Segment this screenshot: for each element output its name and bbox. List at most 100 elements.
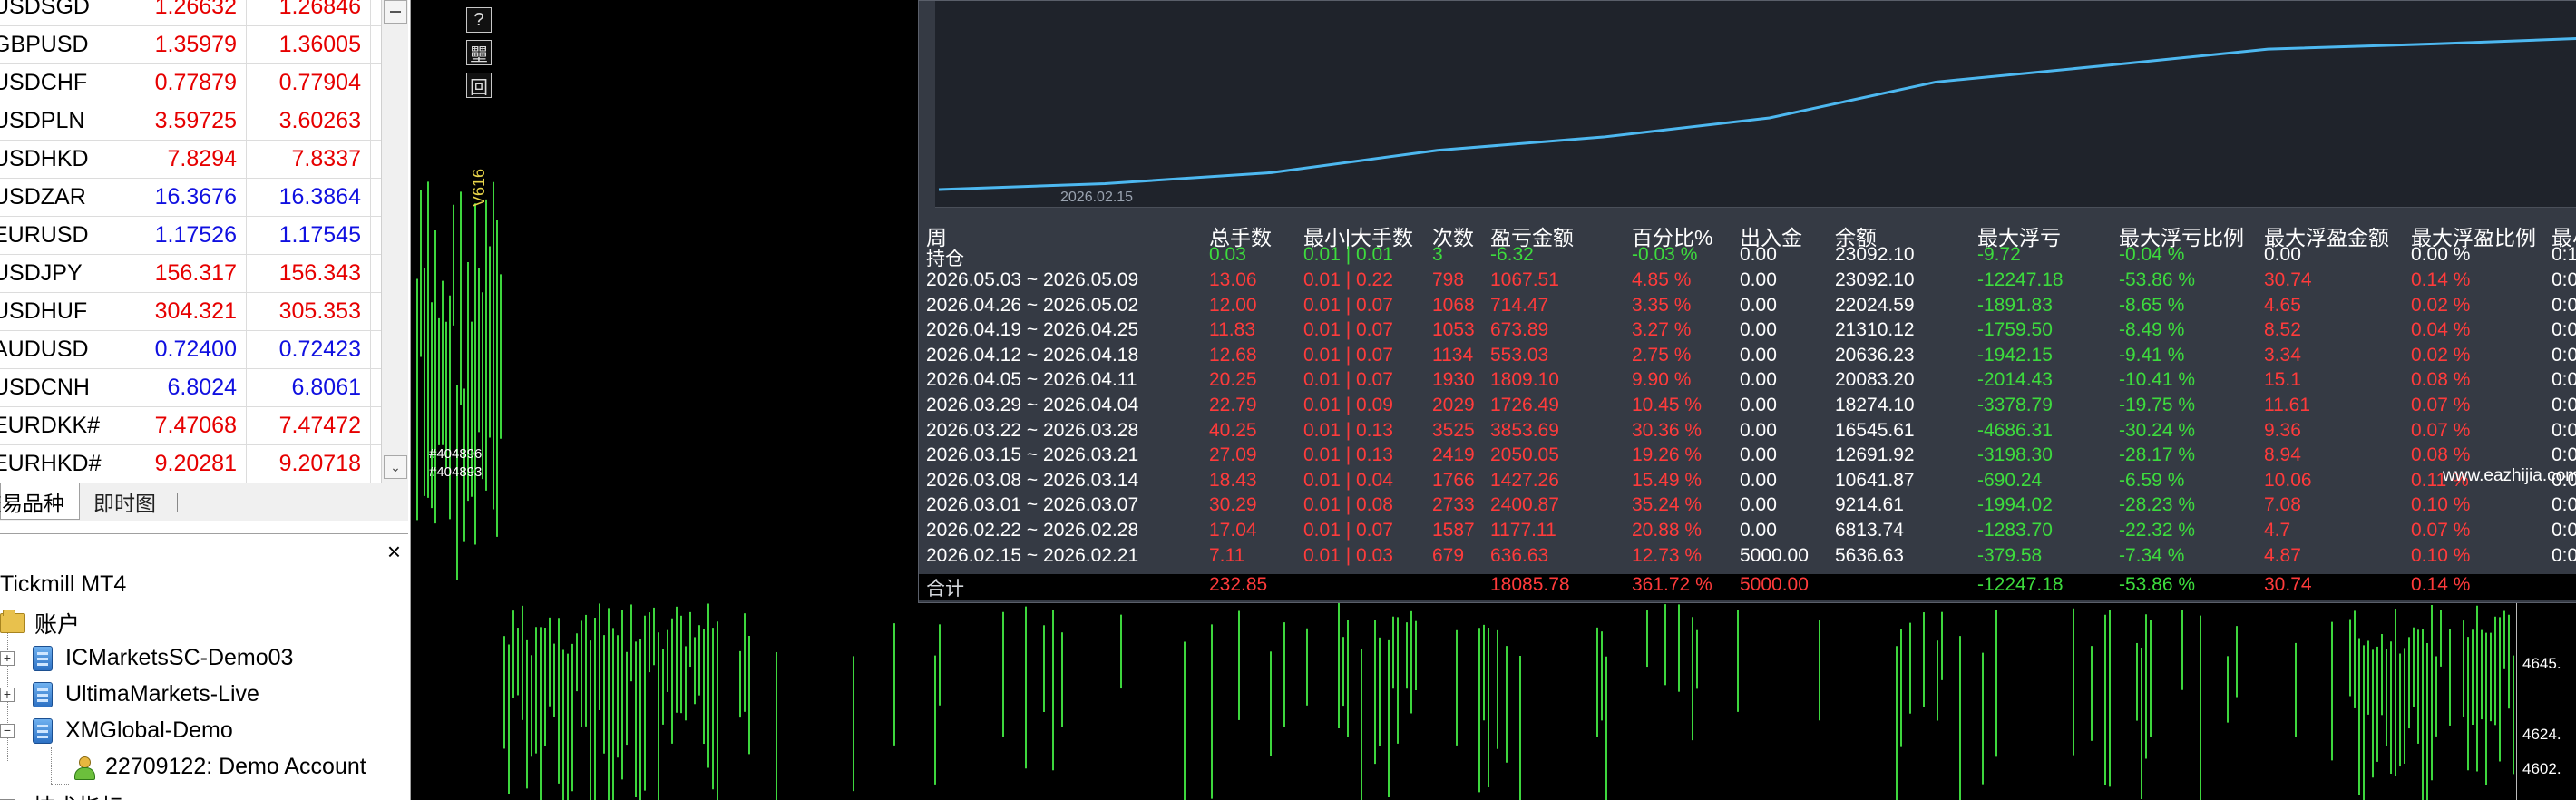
tab-tick-label: 即时图 (93, 492, 156, 515)
cell-pnl: 714.47 (1490, 294, 1549, 316)
scroll-down-button[interactable]: ⌄ (384, 455, 407, 479)
cell-balance: 21310.12 (1835, 319, 1915, 341)
tab-tick-chart[interactable]: 即时图 (86, 483, 163, 520)
navigator-root[interactable]: Tickmill MT4 (0, 571, 126, 598)
server-icon (33, 681, 53, 707)
price-chart[interactable]: ? 壨 回 V616 #404896 #404893 4865.4843.482… (414, 0, 2576, 800)
table-row[interactable]: 2026.03.29 ~ 2026.04.04 22.79 0.01 | 0.09 2… (919, 395, 2576, 420)
cell-max-fp: 15.1 (2264, 369, 2301, 391)
close-icon[interactable]: × (387, 538, 401, 566)
cell-count: 798 (1432, 269, 1465, 290)
table-row[interactable]: 2026.03.08 ~ 2026.03.14 18.43 0.01 | 0.04 1… (919, 470, 2576, 495)
left-panel: USDSGD 1.26632 1.26846 GBPUSD 1.35979 1.36005… (0, 0, 411, 800)
equity-curve (938, 36, 2576, 191)
tree-accounts[interactable]: 账户 (0, 607, 80, 639)
cell-minmax: 0.01 | 0.13 (1303, 444, 1393, 466)
cell-max-fp: 4.7 (2264, 520, 2291, 541)
cell-max-dd: -379.58 (1977, 544, 2043, 566)
table-row[interactable]: 2026.04.26 ~ 2026.05.02 12.00 0.01 | 0.07 1… (919, 295, 2576, 320)
market-watch-scrollbar[interactable]: ⌄ (381, 0, 408, 483)
cell-count: 2029 (1432, 395, 1475, 415)
table-row[interactable]: USDCHF 0.77879 0.77904 (0, 64, 381, 102)
cell-max-fp-pct: 0.02 % (2411, 294, 2471, 316)
tree-server-label: XMGlobal-Demo (65, 717, 233, 743)
table-row[interactable]: EURHKD# 9.20281 9.20718 (0, 445, 381, 483)
tree-server-icmarkets[interactable]: + ICMarketsSC-Demo03 (0, 645, 293, 671)
symbol-cell: USDZAR (0, 179, 122, 216)
cell-max-dd-pct: -53.86 % (2119, 269, 2196, 290)
cell-max-fp-pct: 0.07 % (2411, 395, 2471, 415)
cell-minmax: 0.01 | 0.07 (1303, 319, 1393, 341)
table-row[interactable]: 2026.02.22 ~ 2026.02.28 17.04 0.01 | 0.07 1… (919, 520, 2576, 545)
help-button[interactable]: ? (466, 7, 492, 33)
table-row[interactable]: 2026.04.12 ~ 2026.04.18 12.68 0.01 | 0.07 1… (919, 345, 2576, 370)
table-row[interactable]: 2026.04.19 ~ 2026.04.25 11.83 0.01 | 0.07 1… (919, 319, 2576, 345)
cell-max-fp: 8.52 (2264, 319, 2301, 341)
ask-cell: 0.77904 (247, 64, 371, 102)
bid-cell: 1.35979 (122, 26, 247, 63)
cell-lots: 40.25 (1209, 419, 1257, 441)
tree-indicators[interactable]: + 技术指标 (0, 790, 123, 800)
cell-max-dd: -3198.30 (1977, 444, 2053, 466)
cell-pct: 35.24 % (1632, 494, 1703, 516)
cell-flow: 0.00 (1740, 369, 1777, 391)
cell-pnl: 1809.10 (1490, 369, 1559, 391)
table-row[interactable]: USDHUF 304.321 305.353 (0, 293, 381, 331)
cell-count: 1053 (1432, 319, 1475, 341)
table-row[interactable]: 2026.03.15 ~ 2026.03.21 27.09 0.01 | 0.13 2… (919, 444, 2576, 470)
table-row[interactable]: 2026.03.01 ~ 2026.03.07 30.29 0.01 | 0.08 2… (919, 494, 2576, 520)
table-row[interactable]: AUDUSD 0.72400 0.72423 (0, 331, 381, 369)
table-row[interactable]: USDJPY 156.317 156.343 (0, 255, 381, 293)
ask-cell: 156.343 (247, 255, 371, 292)
bid-cell: 1.17526 (122, 217, 247, 254)
collapse-minus-icon[interactable]: − (0, 723, 15, 738)
panel-button[interactable]: 壨 (466, 40, 492, 65)
cell-pct: 3.27 % (1632, 319, 1692, 341)
table-row[interactable]: USDHKD 7.8294 7.8337 (0, 141, 381, 179)
table-row[interactable]: USDSGD 1.26632 1.26846 (0, 0, 381, 26)
cell-time: 0:00:06 | 1:04:38 | 54:25:14 (2552, 319, 2576, 341)
cell-balance: 10641.87 (1835, 469, 1915, 491)
symbol-cell: USDHKD (0, 141, 122, 178)
cell-balance: 9214.61 (1835, 494, 1904, 516)
order-label: #404893 (429, 464, 483, 480)
scroll-up-button[interactable] (384, 0, 407, 24)
table-row[interactable]: 2026.03.22 ~ 2026.03.28 40.25 0.01 | 0.13 3… (919, 420, 2576, 445)
open-positions-row[interactable]: 持仓 0.03 0.01 | 0.01 3 -6.32 -0.03 % 0.00 23092.… (919, 244, 2576, 269)
cell-pnl: 673.89 (1490, 319, 1549, 341)
table-row[interactable]: 2026.04.05 ~ 2026.04.11 20.25 0.01 | 0.07 1… (919, 369, 2576, 395)
table-row[interactable]: USDCNH 6.8024 6.8061 (0, 369, 381, 407)
restore-button[interactable]: 回 (466, 73, 492, 98)
tree-server-xmglobal[interactable]: − XMGlobal-Demo (0, 717, 233, 744)
table-row[interactable]: EURUSD 1.17526 1.17545 (0, 217, 381, 255)
cell-lots: 18.43 (1209, 469, 1257, 491)
tree-account-item[interactable]: 22709122: Demo Account (73, 754, 366, 780)
tab-symbols[interactable]: 交易品种 (0, 483, 80, 520)
symbol-cell: USDJPY (0, 255, 122, 292)
total-max-fp: 30.74 (2264, 574, 2312, 595)
cell-max-dd-pct: -6.59 % (2119, 469, 2185, 491)
cell-balance: 22024.59 (1835, 294, 1915, 316)
cell-minmax: 0.01 | 0.08 (1303, 494, 1393, 516)
total-week: 合计 (926, 579, 964, 600)
cell-lots: 12.68 (1209, 344, 1257, 366)
folder-icon (0, 610, 25, 633)
cell-lots: 7.11 (1209, 544, 1245, 566)
cell-max-dd: -12247.18 (1977, 269, 2064, 290)
cell-lots: 13.06 (1209, 269, 1257, 290)
cell-week: 2026.03.01 ~ 2026.03.07 (926, 494, 1139, 516)
table-row[interactable]: USDPLN 3.59725 3.60263 (0, 102, 381, 141)
tree-server-ultima[interactable]: + UltimaMarkets-Live (0, 681, 259, 707)
table-row[interactable]: USDZAR 16.3676 16.3864 (0, 179, 381, 217)
cell-max-dd: -1994.02 (1977, 494, 2053, 516)
table-row[interactable]: EURDKK# 7.47068 7.47472 (0, 407, 381, 445)
table-row[interactable]: 2026.05.03 ~ 2026.05.09 13.06 0.01 | 0.22 7… (919, 269, 2576, 295)
bid-cell: 7.47068 (122, 407, 247, 444)
cell-time: 0:00:01 | 0:26:25 | 54:11:01 (2552, 494, 2576, 516)
table-row[interactable]: GBPUSD 1.35979 1.36005 (0, 26, 381, 64)
table-row[interactable]: 2026.02.15 ~ 2026.02.21 7.11 0.01 | 0.03 67… (919, 545, 2576, 571)
cell-balance: 23092.10 (1835, 269, 1915, 290)
expand-plus-icon[interactable]: + (0, 650, 15, 666)
expand-plus-icon[interactable]: + (0, 687, 15, 702)
navigator-panel: × Tickmill MT4 账户 + ICMarketsSC-Demo03 +… (0, 533, 408, 800)
